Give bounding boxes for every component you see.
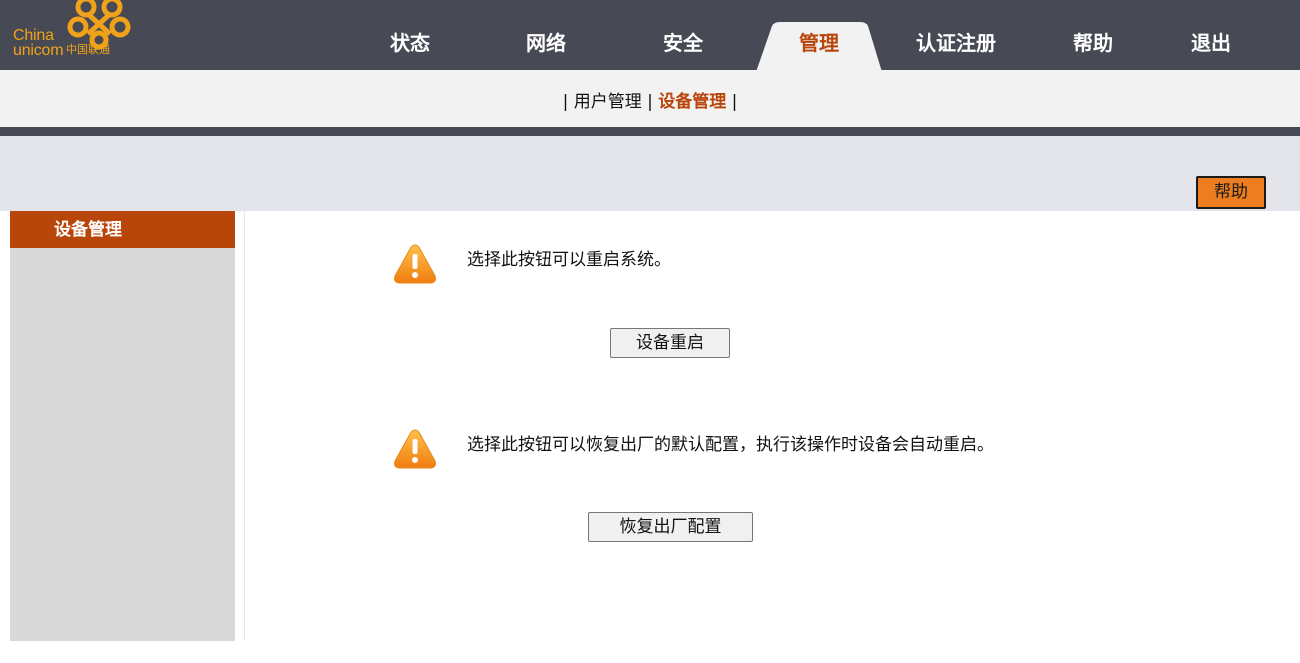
factory-reset-message: 选择此按钮可以恢复出厂的默认配置，执行该操作时设备会自动重启。	[467, 435, 994, 455]
nav-security[interactable]: 安全	[643, 22, 723, 66]
subnav-separator: |	[647, 92, 653, 112]
main-nav: 状态 网络 安全 管理 认证注册 帮助 退出	[0, 0, 1300, 70]
subnav-device-management[interactable]: 设备管理	[658, 92, 726, 112]
nav-logout[interactable]: 退出	[1171, 22, 1251, 66]
sidebar-item-device-management[interactable]: 设备管理	[10, 211, 235, 248]
subnav-user-management[interactable]: 用户管理	[574, 92, 642, 112]
divider-bar	[0, 127, 1300, 136]
nav-management[interactable]: 管理	[779, 22, 859, 66]
warning-icon	[394, 429, 436, 469]
subnav-separator: |	[562, 92, 569, 112]
reboot-button[interactable]: 设备重启	[610, 328, 730, 358]
sidebar: 设备管理	[10, 211, 235, 641]
nav-auth-register[interactable]: 认证注册	[906, 22, 1006, 66]
reboot-message: 选择此按钮可以重启系统。	[467, 250, 671, 270]
warning-icon	[394, 244, 436, 284]
top-bar: China unicom 中国联通 状态 网络 安全 管理 认证注册 帮助 退出	[0, 0, 1300, 72]
nav-help[interactable]: 帮助	[1053, 22, 1133, 66]
help-button[interactable]: 帮助	[1196, 176, 1266, 209]
content-divider	[244, 211, 245, 641]
toolbar-band	[0, 136, 1300, 211]
sub-nav: | 用户管理 | 设备管理 |	[0, 87, 1300, 112]
subnav-separator: |	[731, 92, 738, 112]
nav-network[interactable]: 网络	[506, 22, 586, 66]
factory-reset-button[interactable]: 恢复出厂配置	[588, 512, 753, 542]
sub-nav-bar: | 用户管理 | 设备管理 |	[0, 70, 1300, 127]
nav-status[interactable]: 状态	[370, 22, 450, 66]
